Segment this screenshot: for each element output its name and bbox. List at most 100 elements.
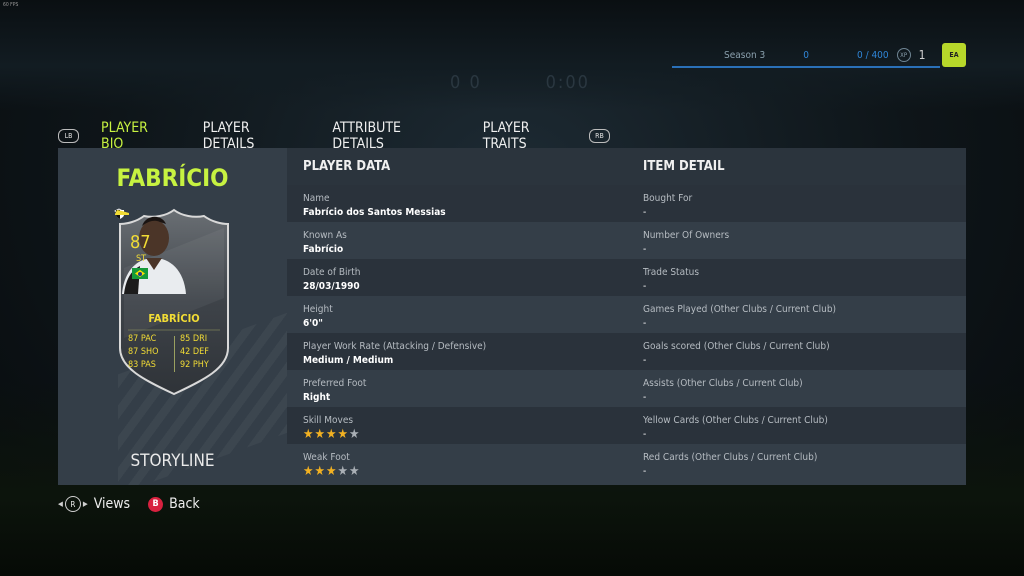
star-icon: ★ [337,464,349,479]
back-label[interactable]: Back [169,496,200,512]
player-summary: FABRÍCIO 87 ST FABRÍCIO 87 PAC 85 DRI 87… [58,148,287,485]
item-detail-cell: Yellow Cards (Other Clubs / Current Club… [627,407,828,444]
field-value: - [643,207,647,218]
lb-bumper-icon[interactable]: LB [58,129,80,143]
field-value: Right [303,392,331,403]
background-scoreboard: 0 0 0:00 [450,72,590,94]
field-value: - [643,392,647,403]
player-data-cell: Weak Foot ★★★★★ [287,444,627,481]
tab-bar: LB PLAYER BIO PLAYER DETAILS ATTRIBUTE D… [58,120,610,152]
xp-icon: XP [896,48,911,62]
card-rating: 87 [130,232,151,253]
star-icon: ★ [349,427,361,442]
boot-icon [115,210,129,215]
player-bio-panel: FABRÍCIO 87 ST FABRÍCIO 87 PAC 85 DRI 87… [58,148,966,485]
field-value: Fabrício [303,244,344,255]
field-value: - [643,318,647,329]
stats-divider [174,336,175,372]
player-data-cell: Player Work Rate (Attacking / Defensive)… [287,333,627,370]
field-value: - [643,355,647,366]
level-number: 1 [918,48,926,62]
item-detail-cell: Games Played (Other Clubs / Current Club… [627,296,836,333]
field-label: Weak Foot [303,452,350,463]
field-value: Medium / Medium [303,355,394,366]
arrow-left-icon: ◀ [58,500,63,508]
field-value: 6'0" [303,318,323,329]
table-row: Name Fabrício dos Santos Messias Bought Fo… [287,185,966,222]
tab-player-bio[interactable]: PLAYER BIO [85,120,187,152]
table-row: Skill Moves ★★★★★ Yellow Cards (Other Club… [287,407,966,444]
field-label: Goals scored (Other Clubs / Current Club… [643,341,830,352]
season-points: 0 [803,49,809,61]
header-player-data: PLAYER DATA [303,159,391,174]
item-detail-cell: Number Of Owners - [627,222,729,259]
field-label: Bought For [643,193,693,204]
player-data-cell: Known As Fabrício [287,222,627,259]
field-value: Fabrício dos Santos Messias [303,207,446,218]
views-button[interactable]: ◀ R ▶ [58,496,88,512]
field-value: 28/03/1990 [303,281,360,292]
rb-bumper-icon[interactable]: RB [588,129,610,143]
b-button-icon[interactable]: B [148,496,164,512]
item-detail-cell: Trade Status - [627,259,699,296]
field-value: - [643,429,647,440]
item-detail-cell: Assists (Other Clubs / Current Club) - [627,370,803,407]
field-label: Trade Status [643,267,700,278]
field-label: Name [303,193,330,204]
tab-player-traits[interactable]: PLAYER TRAITS [467,120,589,152]
item-detail-cell: Bought For - [627,185,692,222]
season-label: Season 3 [724,49,766,61]
field-label: Skill Moves [303,415,354,426]
item-detail-cell: Goals scored (Other Clubs / Current Club… [627,333,830,370]
table-row: Player Work Rate (Attacking / Defensive)… [287,333,966,370]
field-label: Date of Birth [303,267,361,278]
card-player-name: FABRÍCIO [148,312,200,325]
field-label: Yellow Cards (Other Clubs / Current Club… [643,415,828,426]
star-icon: ★ [326,464,338,479]
field-label: Games Played (Other Clubs / Current Club… [643,304,837,315]
brazil-flag-icon [132,268,148,279]
field-label: Number Of Owners [643,230,730,241]
arrow-right-icon: ▶ [82,500,88,508]
stat-sho-value: 87 [128,347,139,357]
stat-def-value: 42 [180,347,191,357]
r-stick-icon: R [64,496,81,512]
star-rating: ★★★★★ [303,464,627,479]
score-right: 0:00 [545,72,590,93]
stat-sho-label: SHO [140,347,159,357]
star-rating: ★★★★★ [303,427,627,442]
table-header: PLAYER DATA ITEM DETAIL [287,148,966,185]
table-row: Known As Fabrício Number Of Owners - [287,222,966,259]
table-row: Weak Foot ★★★★★ Red Cards (Other Clubs / C… [287,444,966,481]
table-row: Preferred Foot Right Assists (Other Clubs … [287,370,966,407]
player-name-title: FABRÍCIO [116,164,229,192]
tab-attribute-details[interactable]: ATTRIBUTE DETAILS [316,120,466,152]
tab-player-details[interactable]: PLAYER DETAILS [187,120,317,152]
field-label: Assists (Other Clubs / Current Club) [643,378,803,389]
stat-pac-value: 87 [128,334,139,344]
table-row: Height 6'0" Games Played (Other Clubs / Cu… [287,296,966,333]
stat-phy-value: 92 [180,360,191,370]
player-data-cell: Skill Moves ★★★★★ [287,407,627,444]
stat-pac-label: PAC [140,334,157,344]
star-icon: ★ [303,464,315,479]
player-card[interactable]: 87 ST FABRÍCIO 87 PAC 85 DRI 87 SHO 42 D… [114,208,234,396]
field-label: Height [303,304,333,315]
stat-dri-value: 85 [180,334,191,344]
field-value: - [643,466,647,477]
table-body: Name Fabrício dos Santos Messias Bought Fo… [287,185,966,481]
table-row: Date of Birth 28/03/1990 Trade Status - [287,259,966,296]
star-icon: ★ [337,427,349,442]
card-stats: 87 PAC 85 DRI 87 SHO 42 DEF 83 PAS 92 PH… [128,334,222,373]
field-label: Player Work Rate (Attacking / Defensive) [303,341,487,352]
field-value: - [643,244,647,255]
views-label[interactable]: Views [94,496,130,512]
player-data-cell: Height 6'0" [287,296,627,333]
player-data-cell: Name Fabrício dos Santos Messias [287,185,627,222]
card-position: ST [136,254,147,264]
score-left: 0 0 [450,72,482,93]
star-icon: ★ [349,464,361,479]
fps-counter: 60 FPS [3,2,19,8]
player-data-cell: Preferred Foot Right [287,370,627,407]
stat-pas-label: PAS [140,360,156,370]
